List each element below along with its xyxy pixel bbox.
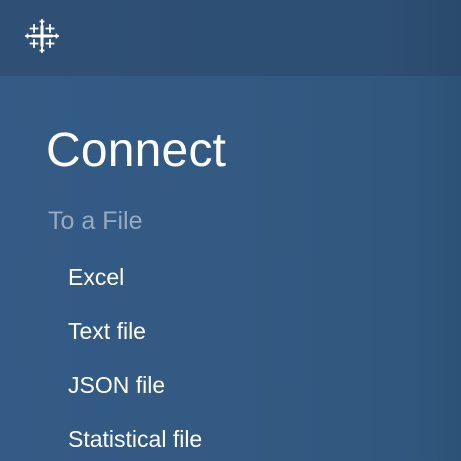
connect-title: Connect — [46, 124, 227, 177]
excel-connector-link[interactable]: Excel — [68, 263, 202, 317]
to-a-file-heading: To a File — [48, 207, 143, 235]
panel-right-shading — [415, 75, 461, 461]
text-file-connector-link[interactable]: Text file — [68, 317, 202, 371]
file-connector-list: Excel Text file JSON file Statistical fi… — [68, 263, 202, 461]
json-file-connector-link[interactable]: JSON file — [68, 371, 202, 425]
top-toolbar — [0, 0, 461, 75]
statistical-file-connector-link[interactable]: Statistical file — [68, 425, 202, 461]
tableau-connect-pane: Connect To a File Excel Text file JSON f… — [0, 0, 461, 461]
connect-panel: Connect To a File Excel Text file JSON f… — [0, 75, 461, 461]
tableau-cross-logo-icon[interactable] — [24, 18, 60, 54]
